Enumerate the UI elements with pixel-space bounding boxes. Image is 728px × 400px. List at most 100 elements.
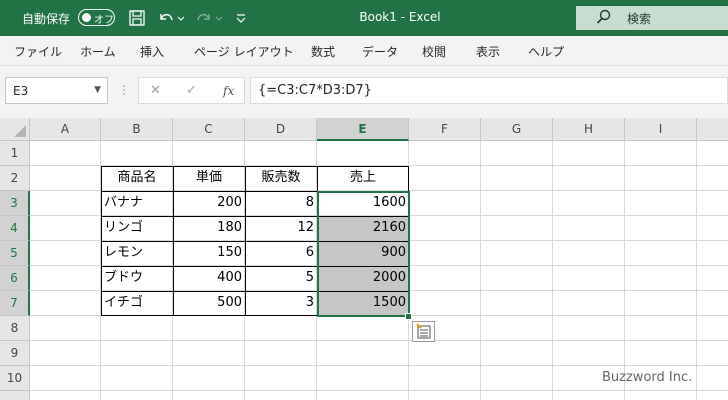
- more-options-icon[interactable]: ⋮: [118, 83, 130, 97]
- column-header-a[interactable]: A: [30, 118, 101, 141]
- row-header-6[interactable]: 6: [0, 266, 30, 291]
- cell-b3[interactable]: バナナ: [101, 191, 173, 216]
- table-border: [101, 291, 409, 292]
- name-box-value: E3: [13, 84, 29, 98]
- cell-c2[interactable]: 単価: [173, 166, 245, 191]
- tab-home[interactable]: ホーム: [80, 43, 116, 60]
- cell-d3[interactable]: 8: [245, 191, 317, 216]
- insert-function-icon[interactable]: fx: [223, 84, 234, 98]
- formula-text: {=C3:C7*D3:D7}: [258, 83, 372, 98]
- cell-d2[interactable]: 販売数: [245, 166, 317, 191]
- worksheet-grid[interactable]: A B C D E F G H I 1 2 3 4 5 6 7 8 9 10 商…: [0, 118, 728, 400]
- chevron-down-icon[interactable]: ▼: [94, 85, 101, 95]
- gridline: [30, 365, 728, 366]
- gridline: [480, 141, 481, 400]
- cell-e7[interactable]: 1500: [317, 291, 409, 316]
- gridline: [30, 340, 728, 341]
- row-header-7[interactable]: 7: [0, 291, 30, 316]
- cell-d5[interactable]: 6: [245, 241, 317, 266]
- quick-analysis-icon: [416, 323, 431, 339]
- cell-e6[interactable]: 2000: [317, 266, 409, 291]
- column-header-f[interactable]: F: [409, 118, 481, 141]
- cell-d6[interactable]: 5: [245, 266, 317, 291]
- cell-d7[interactable]: 3: [245, 291, 317, 316]
- cell-b7[interactable]: イチゴ: [101, 291, 173, 316]
- save-icon[interactable]: [127, 8, 147, 28]
- autosave-toggle[interactable]: オフ: [78, 9, 115, 26]
- quick-analysis-button[interactable]: [412, 321, 435, 342]
- column-header-h[interactable]: H: [553, 118, 625, 141]
- cell-d4[interactable]: 12: [245, 216, 317, 241]
- column-header-e[interactable]: E: [317, 118, 409, 141]
- tab-help[interactable]: ヘルプ: [528, 43, 564, 60]
- row-header-1[interactable]: 1: [0, 141, 30, 166]
- select-all-button[interactable]: [0, 118, 30, 141]
- redo-icon[interactable]: [194, 8, 214, 28]
- tab-formulas[interactable]: 数式: [311, 43, 335, 60]
- formula-input[interactable]: {=C3:C7*D3:D7}: [250, 77, 728, 104]
- enter-check-icon[interactable]: ✓: [186, 83, 197, 98]
- cell-e3[interactable]: 1600: [317, 191, 409, 216]
- row-header-4[interactable]: 4: [0, 216, 30, 241]
- redo-dropdown-icon[interactable]: [214, 8, 224, 28]
- ribbon-tabs: ファイル ホーム 挿入 ページ レイアウト 数式 データ 校閲 表示 ヘルプ: [0, 36, 728, 66]
- cell-b6[interactable]: ブドウ: [101, 266, 173, 291]
- cell-b4[interactable]: リンゴ: [101, 216, 173, 241]
- undo-dropdown-icon[interactable]: [176, 8, 186, 28]
- fill-handle[interactable]: [405, 313, 412, 320]
- search-box[interactable]: 検索: [576, 6, 728, 30]
- tab-view[interactable]: 表示: [476, 43, 500, 60]
- select-all-triangle: [14, 125, 26, 137]
- gridline: [624, 141, 625, 400]
- column-header-b[interactable]: B: [101, 118, 173, 141]
- row-header-5[interactable]: 5: [0, 241, 30, 266]
- tab-data[interactable]: データ: [362, 43, 398, 60]
- row-header-9[interactable]: 9: [0, 341, 30, 366]
- search-icon: [596, 9, 611, 24]
- column-header-g[interactable]: G: [481, 118, 553, 141]
- autosave-label: 自動保存: [22, 12, 71, 26]
- gridline: [30, 390, 728, 391]
- row-header-2[interactable]: 2: [0, 166, 30, 191]
- column-header-c[interactable]: C: [173, 118, 245, 141]
- gridline: [552, 141, 553, 400]
- cell-e4[interactable]: 2160: [317, 216, 409, 241]
- row-header-8[interactable]: 8: [0, 316, 30, 341]
- cell-c7[interactable]: 500: [173, 291, 245, 316]
- cell-e2[interactable]: 売上: [317, 166, 409, 191]
- column-header-partial[interactable]: [697, 118, 728, 141]
- row-header-10[interactable]: 10: [0, 366, 30, 391]
- cancel-icon[interactable]: ✕: [150, 83, 161, 98]
- cell-c5[interactable]: 150: [173, 241, 245, 266]
- table-border: [101, 216, 409, 217]
- column-header-d[interactable]: D: [245, 118, 317, 141]
- table-border: [101, 266, 409, 267]
- toggle-knob: [82, 13, 91, 22]
- cell-b5[interactable]: レモン: [101, 241, 173, 266]
- column-header-i[interactable]: I: [625, 118, 697, 141]
- cell-e5[interactable]: 900: [317, 241, 409, 266]
- row-header-3[interactable]: 3: [0, 191, 30, 216]
- formula-bar-area: E3 ▼ ⋮ ✕ ✓ fx {=C3:C7*D3:D7}: [0, 66, 728, 118]
- tab-review[interactable]: 校閲: [422, 43, 446, 60]
- name-box[interactable]: E3 ▼: [5, 77, 108, 104]
- tab-file[interactable]: ファイル: [14, 43, 62, 60]
- customize-toolbar-icon[interactable]: [234, 8, 248, 28]
- cell-b2[interactable]: 商品名: [101, 166, 173, 191]
- cell-c4[interactable]: 180: [173, 216, 245, 241]
- cell-c6[interactable]: 400: [173, 266, 245, 291]
- row-header-partial[interactable]: [0, 391, 30, 400]
- formula-controls: ✕ ✓ fx: [138, 77, 245, 104]
- window-title: Book1 - Excel: [359, 10, 441, 24]
- table-border: [101, 191, 409, 192]
- gridline: [696, 141, 697, 400]
- tab-insert[interactable]: 挿入: [140, 43, 164, 60]
- undo-icon[interactable]: [156, 8, 176, 28]
- autosave-state: オフ: [94, 15, 114, 26]
- table-border: [101, 241, 409, 242]
- cell-c3[interactable]: 200: [173, 191, 245, 216]
- search-label: 検索: [627, 12, 652, 26]
- tab-page-layout[interactable]: ページ レイアウト: [194, 43, 294, 60]
- title-bar: 自動保存 オフ Book1 - Excel 検索: [0, 0, 728, 36]
- watermark: Buzzword Inc.: [602, 370, 693, 385]
